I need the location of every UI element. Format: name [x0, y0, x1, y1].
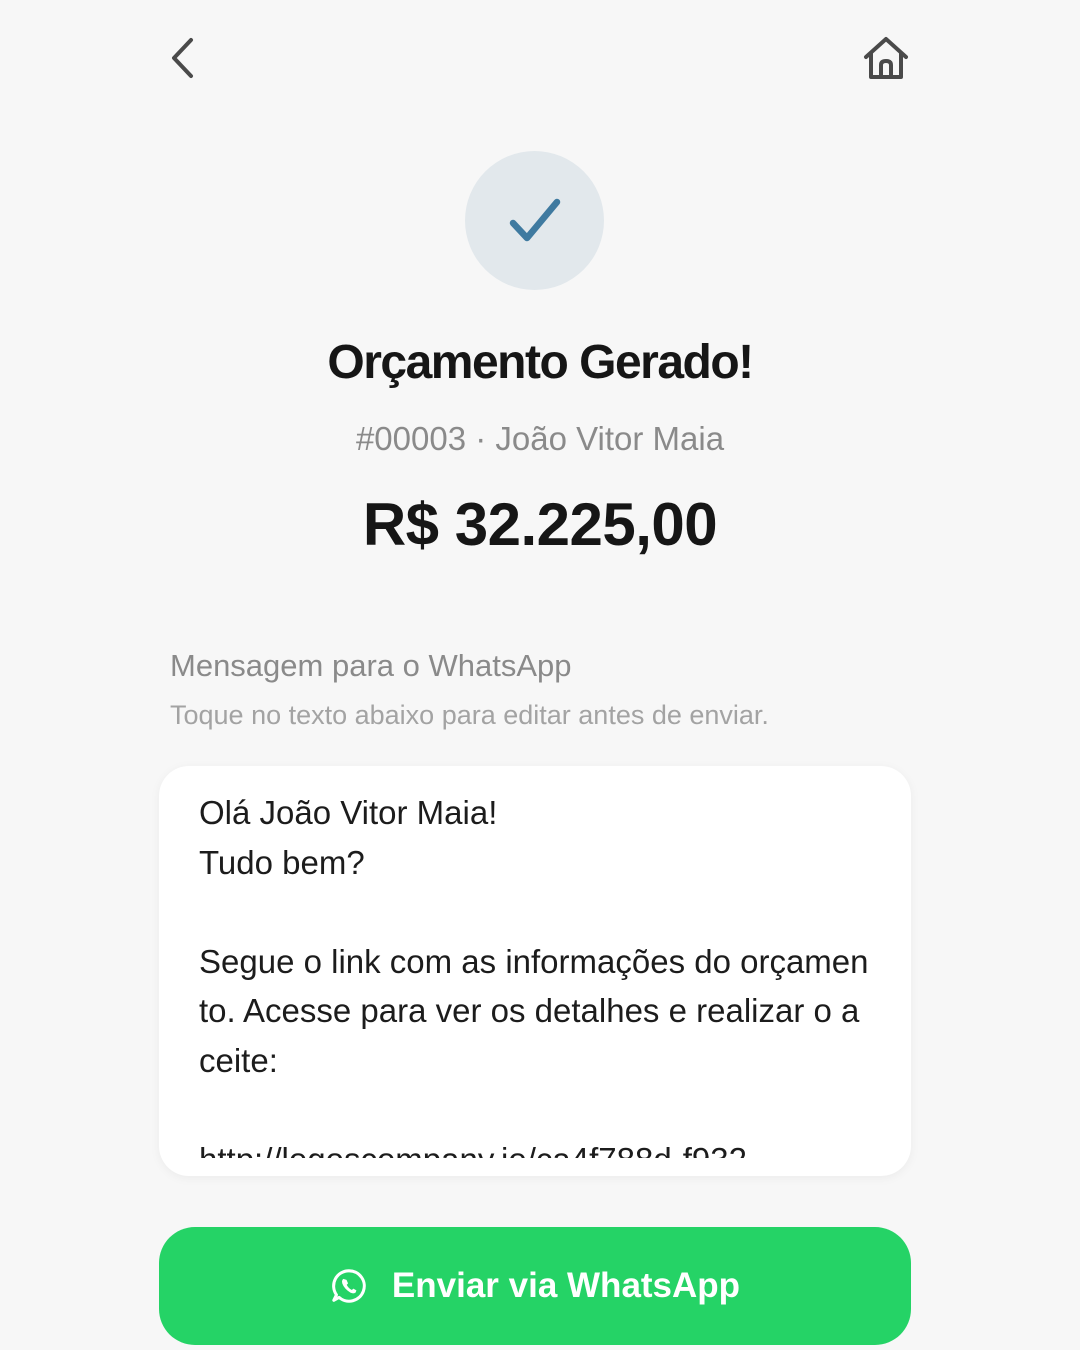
success-badge	[465, 151, 604, 290]
send-whatsapp-label: Enviar via WhatsApp	[391, 1266, 741, 1305]
quote-amount: R$ 32.225,00	[362, 491, 718, 558]
message-section-hint: Toque no texto abaixo para editar antes …	[170, 700, 769, 730]
message-card: Olá João Vitor Maia! Tudo bem? Segue o l…	[159, 766, 911, 1176]
whatsapp-icon	[330, 1267, 368, 1305]
send-whatsapp-button[interactable]: Enviar via WhatsApp	[159, 1227, 911, 1345]
chevron-left-icon	[172, 38, 193, 78]
home-button[interactable]	[856, 28, 916, 88]
check-icon	[509, 198, 560, 241]
message-text-editor[interactable]: Olá João Vitor Maia! Tudo bem? Segue o l…	[199, 788, 875, 1158]
message-section-title: Mensagem para o WhatsApp	[170, 648, 572, 683]
quote-generated-screen: Orçamento Gerado! #00003 · João Vitor Ma…	[0, 0, 1080, 1350]
quote-subtitle: #00003 · João Vitor Maia	[355, 420, 725, 457]
page-title: Orçamento Gerado!	[327, 336, 754, 389]
home-icon	[864, 37, 908, 79]
back-button[interactable]	[154, 28, 214, 88]
